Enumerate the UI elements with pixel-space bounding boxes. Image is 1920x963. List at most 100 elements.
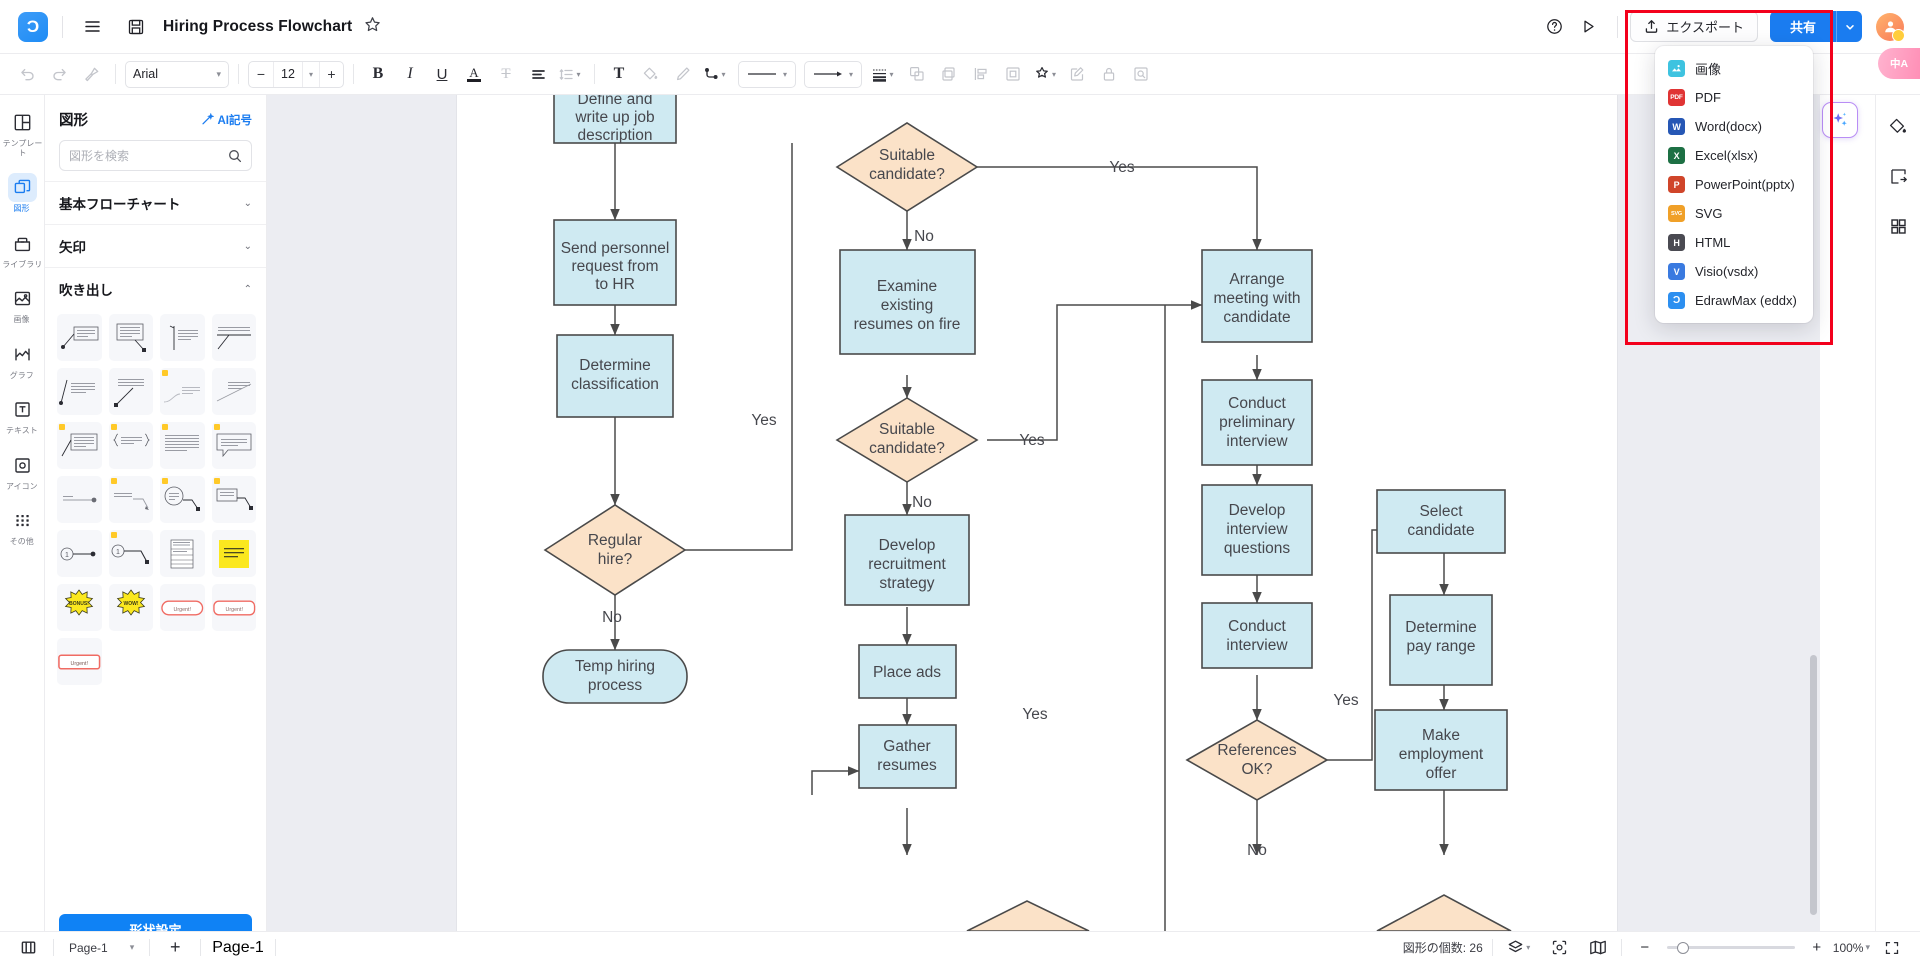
sidebar-item-shapes[interactable]: 図形 (1, 170, 44, 217)
shape-cell-callout-starburst-bonus[interactable]: BONUS! (57, 584, 102, 631)
flowchart-node-n11[interactable]: Gather resumes (858, 724, 957, 789)
shape-cell-callout-sticky-note[interactable] (211, 530, 256, 577)
flowchart-node-n13[interactable]: Conduct preliminary interview (1201, 379, 1313, 466)
export-menu[interactable]: 画像 PDF PDF W Word(docx) X Excel(xlsx) P … (1655, 46, 1813, 323)
font-size-increase[interactable]: + (319, 61, 343, 87)
line-weight-icon[interactable]: ▾ (864, 60, 900, 88)
section-callouts[interactable]: 吹き出し ⌃ (45, 267, 266, 310)
share-button[interactable]: 共有 (1769, 11, 1836, 42)
shape-cell-callout-box-line[interactable] (57, 314, 102, 361)
sidebar-item-chart[interactable]: グラフ (1, 337, 44, 384)
flowchart-node-n7[interactable]: Examine existing resumes on fire (839, 249, 976, 355)
sidebar-item-library[interactable]: ライブラリ (1, 226, 44, 273)
flowchart-node-n4[interactable]: Regular hire? (543, 504, 687, 596)
pen-icon[interactable] (668, 60, 698, 88)
avatar[interactable] (1876, 12, 1905, 42)
hamburger-icon[interactable] (77, 12, 107, 42)
shape-cell-callout-urgent-rect[interactable]: Urgent! (57, 638, 102, 685)
flowchart-node-n17[interactable]: Select candidate (1376, 489, 1506, 554)
connector-icon[interactable]: ▾ (700, 60, 730, 88)
layers-icon[interactable]: ▾ (1502, 936, 1536, 960)
shape-cell-callout-curly-brace[interactable] (108, 422, 153, 469)
flowchart-node-n3[interactable]: Determine classification (556, 334, 674, 418)
share-dropdown-caret[interactable] (1836, 11, 1862, 42)
shape-cell-callout-bracket-line[interactable] (160, 314, 205, 361)
sidebar-item-template[interactable]: テンプレート (1, 105, 44, 161)
shape-cell-callout-urgent-pill[interactable]: Urgent! (160, 584, 205, 631)
export-menu-item-powerpoint[interactable]: P PowerPoint(pptx) (1655, 170, 1813, 199)
export-menu-item-visio[interactable]: V Visio(vsdx) (1655, 257, 1813, 286)
help-icon[interactable] (1539, 12, 1569, 42)
flowchart-node-n14[interactable]: Develop interview questions (1201, 484, 1313, 576)
layout-icon[interactable] (1883, 161, 1913, 191)
arrow-style-dropdown[interactable]: ▾ (804, 60, 863, 88)
shape-cell-callout-diagonal-line[interactable] (108, 368, 153, 415)
shape-cell-callout-elbow-text[interactable] (108, 476, 153, 523)
shape-cell-callout-curve-text[interactable] (160, 368, 205, 415)
page-selector[interactable]: Page-1 ▾ (65, 941, 138, 955)
lock-icon[interactable] (1094, 60, 1124, 88)
flowchart-node-n6[interactable]: Suitable candidate? (835, 122, 979, 212)
canvas-vertical-scrollbar[interactable] (1810, 655, 1817, 915)
export-button[interactable]: エクスポート (1630, 11, 1758, 42)
shape-cell-callout-box-line-2[interactable] (108, 314, 153, 361)
shape-cell-callout-diagonal-text[interactable] (57, 368, 102, 415)
flowchart-diagram[interactable]: Define and write up job description Send… (267, 95, 1820, 931)
line-spacing-icon[interactable]: ▾ (555, 60, 585, 88)
redo-icon[interactable] (44, 60, 74, 88)
zoom-knob[interactable] (1676, 941, 1689, 954)
shape-cell-callout-speech-bubble[interactable] (211, 422, 256, 469)
text-color-button[interactable]: A (459, 60, 489, 88)
effects-icon[interactable]: ▾ (1030, 60, 1060, 88)
shape-cell-callout-note-bracket[interactable] (57, 422, 102, 469)
font-size-decrease[interactable]: − (249, 62, 273, 87)
zoom-in-button[interactable]: + (1803, 936, 1831, 960)
sidebar-item-more[interactable]: その他 (1, 503, 44, 550)
export-menu-item-html[interactable]: H HTML (1655, 228, 1813, 257)
panel-toggle-icon[interactable] (14, 936, 42, 960)
star-icon[interactable] (364, 16, 381, 38)
chevron-down-icon[interactable]: ▾ (1865, 942, 1870, 953)
export-menu-item-excel[interactable]: X Excel(xlsx) (1655, 141, 1813, 170)
chevron-down-icon[interactable]: ▾ (303, 70, 319, 79)
export-menu-item-svg[interactable]: SVG SVG (1655, 199, 1813, 228)
shape-cell-callout-slope-text[interactable] (211, 368, 256, 415)
flowchart-node-n10[interactable]: Place ads (858, 644, 957, 699)
shape-cell-callout-paragraph[interactable] (160, 422, 205, 469)
find-icon[interactable] (1126, 60, 1156, 88)
underline-button[interactable]: U (427, 60, 457, 88)
page-tab-page-1[interactable]: Page-1 (212, 939, 264, 957)
section-arrows[interactable]: 矢印 ⌄ (45, 224, 266, 267)
sidebar-item-image[interactable]: 画像 (1, 281, 44, 328)
flowchart-node-n1[interactable]: Define and write up job description (553, 95, 677, 144)
font-size-value[interactable]: 12 (273, 61, 303, 87)
zoom-slider[interactable] (1666, 941, 1795, 955)
align-objects-icon[interactable] (966, 60, 996, 88)
shape-cell-callout-starburst-wow[interactable]: WOW! (108, 584, 153, 631)
ai-assistant-button[interactable] (1822, 102, 1858, 138)
fill-bucket-icon[interactable] (1883, 111, 1913, 141)
document-title[interactable]: Hiring Process Flowchart (163, 18, 352, 36)
export-menu-item-edrawmax[interactable]: Ɔ EdrawMax (eddx) (1655, 286, 1813, 315)
language-switch-badge[interactable]: 中A (1878, 48, 1920, 79)
bring-to-front-icon[interactable] (902, 60, 932, 88)
fullscreen-icon[interactable] (1878, 936, 1906, 960)
crop-icon[interactable] (998, 60, 1028, 88)
shape-cell-callout-line-marker[interactable] (57, 476, 102, 523)
export-menu-item-word[interactable]: W Word(docx) (1655, 112, 1813, 141)
italic-button[interactable]: I (395, 60, 425, 88)
edit-icon[interactable] (1062, 60, 1092, 88)
font-family-select[interactable]: Arial ▾ (125, 60, 229, 88)
format-painter-icon[interactable] (76, 60, 106, 88)
export-menu-item-image[interactable]: 画像 (1655, 54, 1813, 83)
flowchart-node-n15[interactable]: Conduct interview (1201, 602, 1313, 669)
flowchart-node-n16[interactable]: References OK? (1185, 719, 1329, 801)
search-input[interactable] (69, 148, 228, 163)
fill-bucket-icon[interactable] (636, 60, 666, 88)
shape-cell-callout-circle-leader[interactable] (160, 476, 205, 523)
shape-cell-callout-box-leader[interactable] (211, 476, 256, 523)
shape-search-box[interactable] (59, 140, 252, 171)
present-icon[interactable] (1573, 12, 1603, 42)
save-icon[interactable] (121, 12, 151, 42)
font-size-stepper[interactable]: − 12 ▾ + (248, 60, 344, 88)
